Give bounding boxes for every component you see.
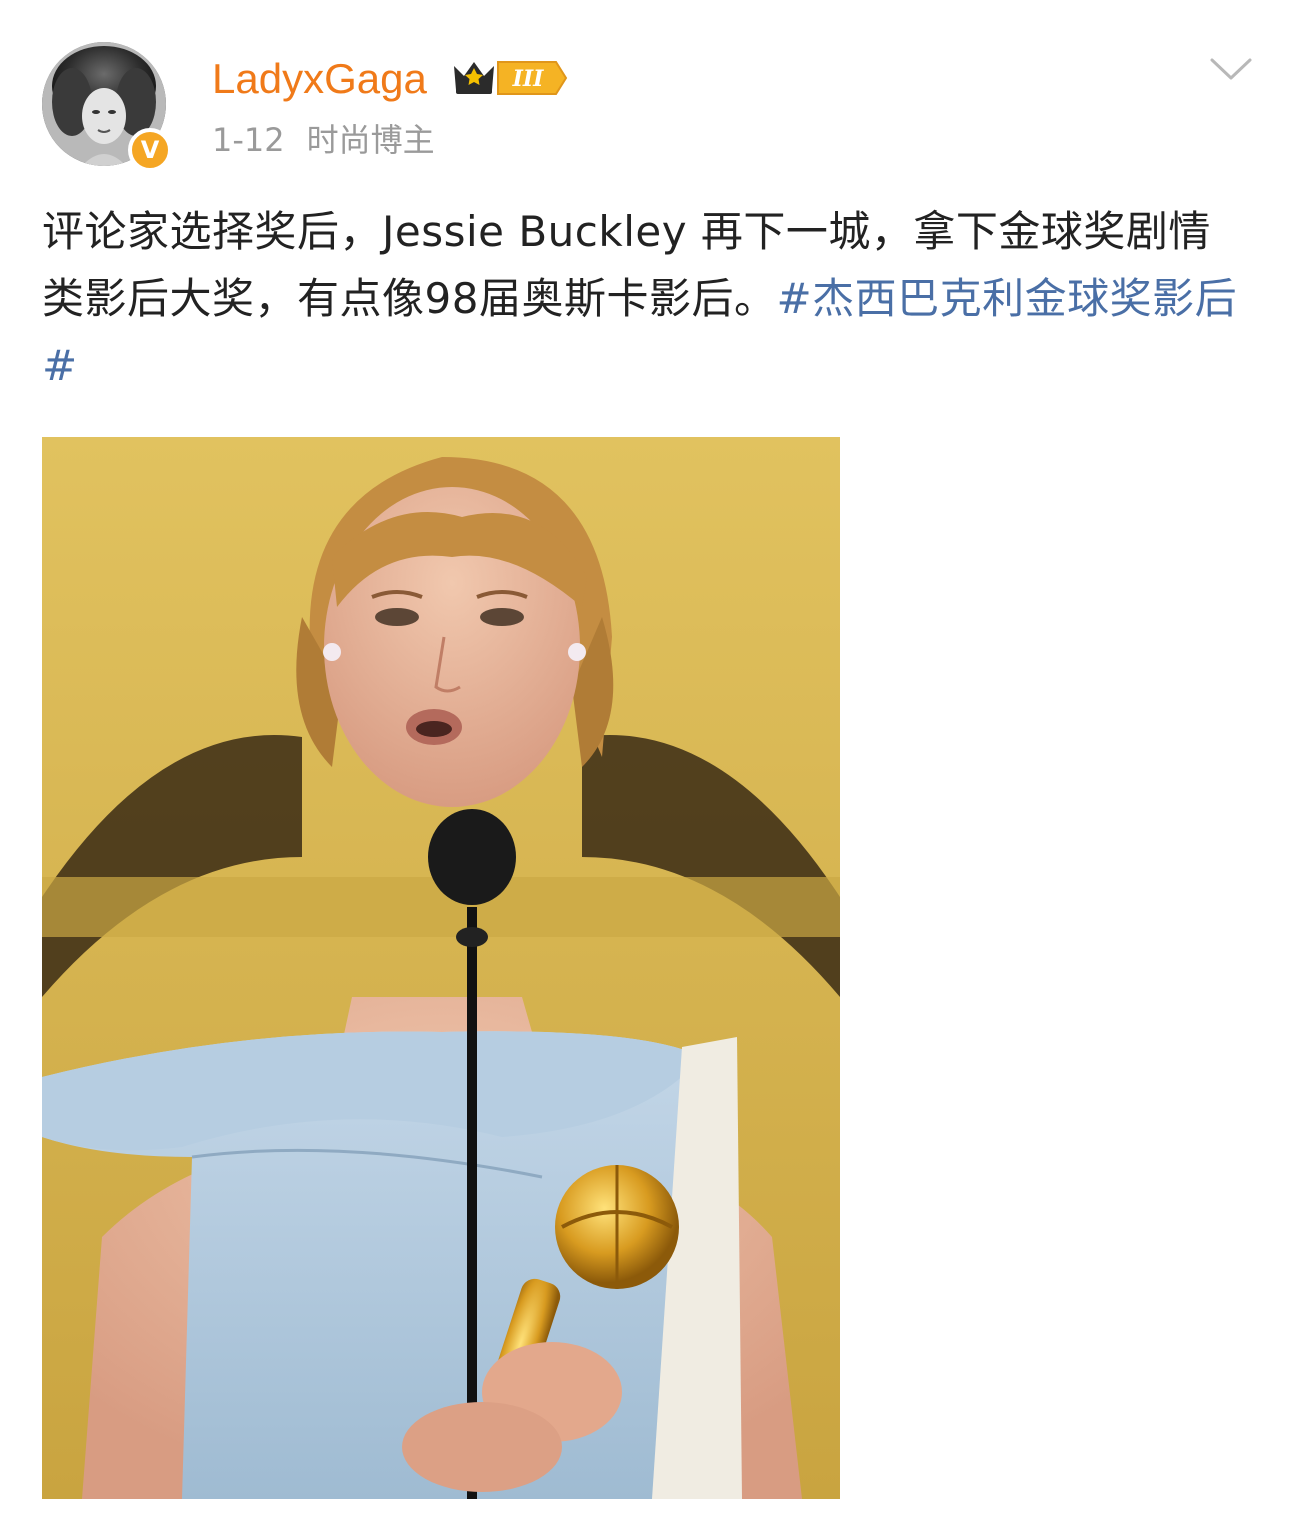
post-photo[interactable] <box>42 437 840 1499</box>
verified-badge-icon: V <box>128 128 172 172</box>
chevron-down-icon[interactable] <box>1206 52 1256 86</box>
post-content: 评论家选择奖后，Jessie Buckley 再下一城，拿下金球奖剧情类影后大奖… <box>42 198 1242 399</box>
username[interactable]: LadyxGaga <box>212 54 427 104</box>
verified-badge-label: V <box>140 136 160 164</box>
vip-level-badge[interactable]: III <box>452 56 568 100</box>
post-meta: 1-12 时尚博主 <box>212 118 435 162</box>
post-date: 1-12 <box>212 121 285 159</box>
photo-image <box>42 437 840 1499</box>
author-tag: 时尚博主 <box>306 121 435 159</box>
crown-icon <box>454 62 494 94</box>
vip-level-text: III <box>512 66 545 92</box>
weibo-post: V LadyxGaga III 1-12 时尚博主 评论家选择奖后，Jessie … <box>0 0 1290 1521</box>
